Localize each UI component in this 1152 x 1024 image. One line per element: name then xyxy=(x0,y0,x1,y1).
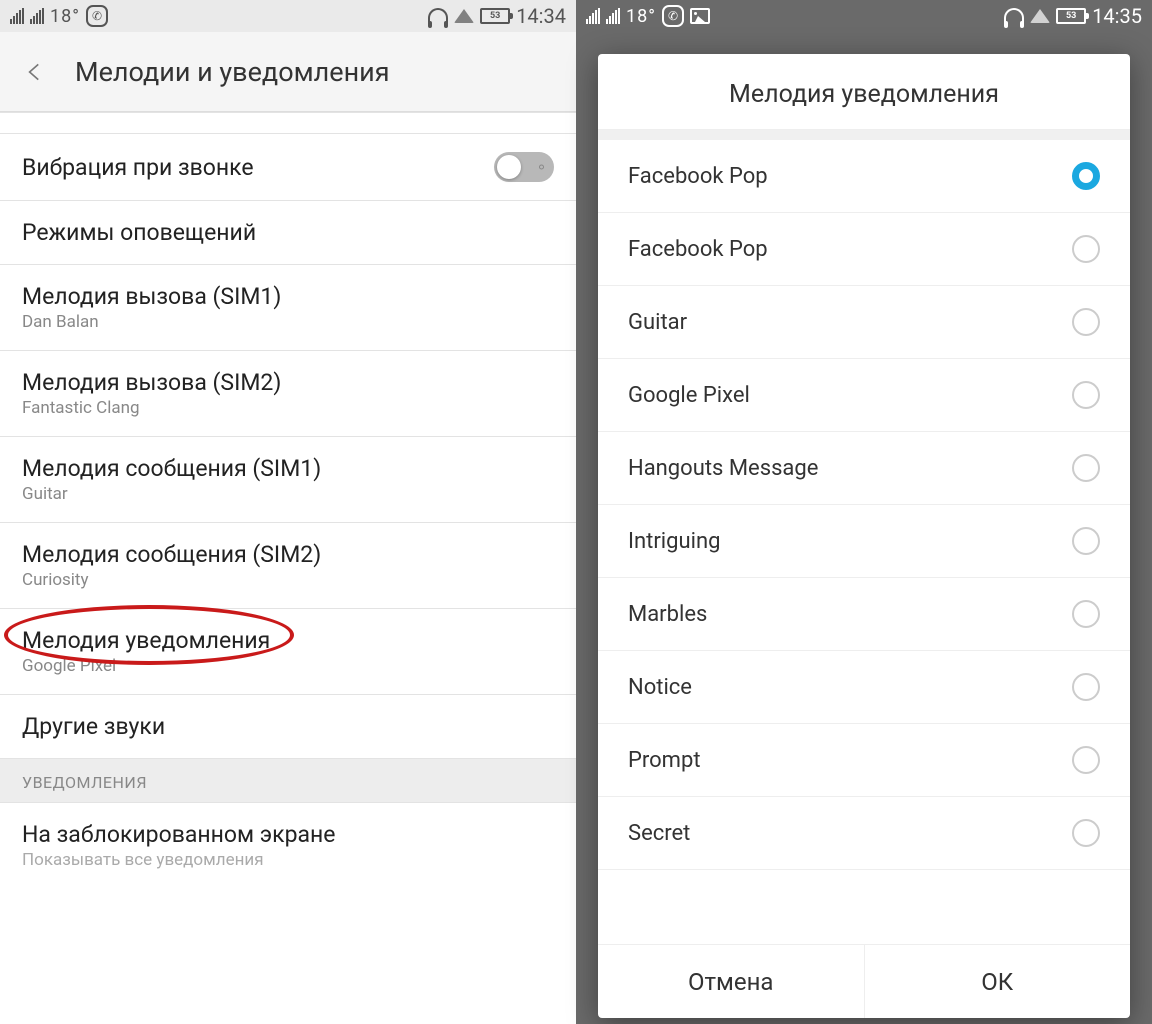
row-title: Вибрация при звонке xyxy=(22,154,254,181)
option-label: Hangouts Message xyxy=(628,456,818,481)
radio-icon[interactable] xyxy=(1072,308,1100,336)
row-partial-top[interactable] xyxy=(0,112,576,134)
ringtone-option[interactable]: Marbles xyxy=(598,578,1130,651)
ringtone-option[interactable]: Hangouts Message xyxy=(598,432,1130,505)
row-subtitle: Google Pixel xyxy=(22,656,270,676)
header: Мелодии и уведомления xyxy=(0,32,576,112)
radio-icon[interactable] xyxy=(1072,600,1100,628)
dialog-footer: Отмена ОК xyxy=(598,944,1130,1018)
row-other-sounds[interactable]: Другие звуки xyxy=(0,695,576,759)
viber-icon: ✆ xyxy=(662,5,684,27)
row-vibrate[interactable]: Вибрация при звонке xyxy=(0,134,576,201)
signal-icon xyxy=(10,8,24,24)
page-title: Мелодии и уведомления xyxy=(75,56,390,88)
option-label: Prompt xyxy=(628,748,701,773)
section-header: УВЕДОМЛЕНИЯ xyxy=(0,759,576,803)
row-modes[interactable]: Режимы оповещений xyxy=(0,201,576,265)
headphones-icon xyxy=(1004,8,1024,24)
radio-icon[interactable] xyxy=(1072,673,1100,701)
signal-icon xyxy=(586,8,600,24)
row-title: Другие звуки xyxy=(22,713,165,740)
radio-icon[interactable] xyxy=(1072,381,1100,409)
option-label: Facebook Pop xyxy=(628,164,768,189)
image-icon xyxy=(690,8,710,24)
ringtone-option[interactable]: Facebook Pop xyxy=(598,213,1130,286)
status-bar-right: 18° ✆ 53 14:35 xyxy=(576,0,1152,32)
option-label: Intriguing xyxy=(628,529,720,554)
temperature: 18° xyxy=(626,6,656,27)
battery-icon: 53 xyxy=(1056,8,1086,24)
row-subtitle: Показывать все уведомления xyxy=(22,850,335,870)
radio-icon[interactable] xyxy=(1072,819,1100,847)
viber-icon: ✆ xyxy=(86,5,108,27)
ringtone-option[interactable]: Facebook Pop xyxy=(598,140,1130,213)
phone-left: 18° ✆ 53 14:34 Мелодии и уведомления Виб… xyxy=(0,0,576,1024)
wifi-icon xyxy=(1030,9,1050,23)
row-message-sim1[interactable]: Мелодия сообщения (SIM1) Guitar xyxy=(0,437,576,523)
settings-list: Вибрация при звонке Режимы оповещений Ме… xyxy=(0,112,576,1024)
row-title: Режимы оповещений xyxy=(22,219,256,246)
ringtone-option[interactable]: Intriguing xyxy=(598,505,1130,578)
radio-icon[interactable] xyxy=(1072,454,1100,482)
option-label: Notice xyxy=(628,675,692,700)
ringtone-option[interactable]: Notice xyxy=(598,651,1130,724)
back-icon[interactable] xyxy=(20,57,50,87)
option-label: Google Pixel xyxy=(628,383,750,408)
row-title: Мелодия вызова (SIM1) xyxy=(22,283,281,310)
radio-icon[interactable] xyxy=(1072,746,1100,774)
row-subtitle: Fantastic Clang xyxy=(22,398,281,418)
row-subtitle: Curiosity xyxy=(22,570,321,590)
wifi-icon xyxy=(454,9,474,23)
row-lockscreen[interactable]: На заблокированном экране Показывать все… xyxy=(0,803,576,874)
row-ringtone-sim2[interactable]: Мелодия вызова (SIM2) Fantastic Clang xyxy=(0,351,576,437)
option-label: Secret xyxy=(628,821,690,846)
row-title: Мелодия вызова (SIM2) xyxy=(22,369,281,396)
signal-icon-2 xyxy=(606,8,620,24)
option-label: Facebook Pop xyxy=(628,237,768,262)
radio-icon[interactable] xyxy=(1072,527,1100,555)
ok-button[interactable]: ОК xyxy=(865,945,1131,1018)
row-title: На заблокированном экране xyxy=(22,821,335,848)
status-bar-left: 18° ✆ 53 14:34 xyxy=(0,0,576,32)
temperature: 18° xyxy=(50,6,80,27)
dialog-separator xyxy=(598,130,1130,140)
ringtone-dialog: Мелодия уведомления Facebook PopFacebook… xyxy=(598,54,1130,1018)
clock: 14:34 xyxy=(516,4,566,28)
radio-icon[interactable] xyxy=(1072,235,1100,263)
ringtone-option[interactable]: Secret xyxy=(598,797,1130,870)
headphones-icon xyxy=(428,8,448,24)
ringtone-list[interactable]: Facebook Pop Facebook Pop Guitar Google Pix… xyxy=(598,140,1130,944)
toggle-switch[interactable] xyxy=(494,152,554,182)
row-ringtone-sim1[interactable]: Мелодия вызова (SIM1) Dan Balan xyxy=(0,265,576,351)
row-title: Мелодия сообщения (SIM2) xyxy=(22,541,321,568)
row-message-sim2[interactable]: Мелодия сообщения (SIM2) Curiosity xyxy=(0,523,576,609)
phone-right: 18° ✆ 53 14:35 Мелодия уведомления Faceb… xyxy=(576,0,1152,1024)
dialog-title: Мелодия уведомления xyxy=(598,54,1130,130)
signal-icon-2 xyxy=(30,8,44,24)
clock: 14:35 xyxy=(1092,4,1142,28)
option-label: Marbles xyxy=(628,602,707,627)
cancel-button[interactable]: Отмена xyxy=(598,945,865,1018)
battery-icon: 53 xyxy=(480,8,510,24)
ringtone-option[interactable]: Prompt xyxy=(598,724,1130,797)
option-label: Guitar xyxy=(628,310,687,335)
row-title: Мелодия сообщения (SIM1) xyxy=(22,455,321,482)
row-subtitle: Dan Balan xyxy=(22,312,281,332)
radio-icon[interactable] xyxy=(1072,162,1100,190)
ringtone-option[interactable]: Guitar xyxy=(598,286,1130,359)
ringtone-option[interactable]: Google Pixel xyxy=(598,359,1130,432)
row-notification-sound[interactable]: Мелодия уведомления Google Pixel xyxy=(0,609,576,695)
row-title: Мелодия уведомления xyxy=(22,627,270,654)
row-subtitle: Guitar xyxy=(22,484,321,504)
